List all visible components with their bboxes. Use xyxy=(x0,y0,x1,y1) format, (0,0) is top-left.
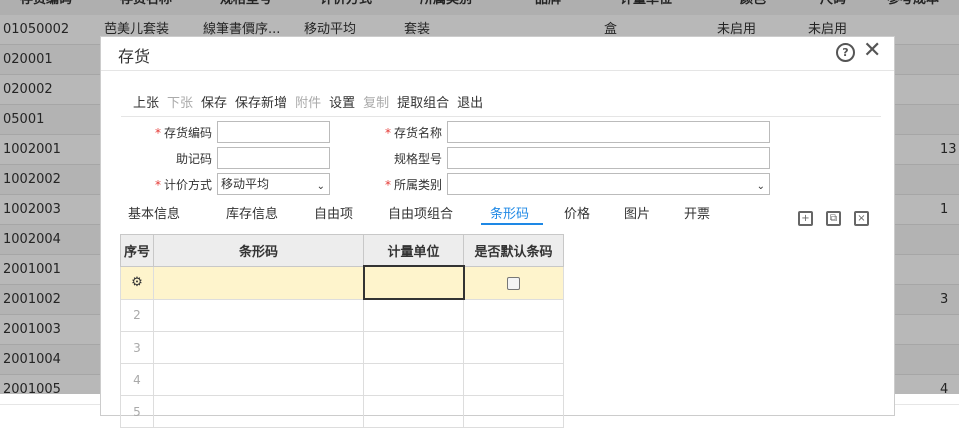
mnemonic-label: 助记码 xyxy=(175,152,212,166)
spec-input[interactable] xyxy=(447,147,770,169)
table-row[interactable]: 2 xyxy=(120,298,564,332)
table-row[interactable]: ⚙ xyxy=(120,265,564,300)
exit-button[interactable]: 退出 xyxy=(457,92,483,112)
copy-button[interactable]: 复制 xyxy=(363,92,389,112)
method-select[interactable]: 移动平均 ⌄ xyxy=(217,173,330,195)
unit-cell[interactable] xyxy=(363,331,464,364)
category-select[interactable]: ⌄ xyxy=(447,173,770,195)
attachment-button[interactable]: 附件 xyxy=(295,92,321,112)
chevron-down-icon: ⌄ xyxy=(316,181,325,192)
tab-invoice[interactable]: 开票 xyxy=(684,203,710,222)
unit-cell[interactable] xyxy=(363,363,464,396)
inventory-dialog: 存货 ? ✕ 上张 下张 保存 保存新增 附件 设置 复制 提取组合 退出 * 存… xyxy=(100,36,896,428)
prev-button[interactable]: 上张 xyxy=(133,92,159,112)
unit-cell[interactable] xyxy=(362,265,465,300)
col-header-barcode: 条形码 xyxy=(153,234,364,267)
spec-label: 规格型号 xyxy=(393,152,442,166)
row-index: 2 xyxy=(120,298,154,332)
table-row[interactable]: 3 xyxy=(120,331,564,364)
barcode-cell[interactable] xyxy=(153,298,364,332)
active-tab-indicator xyxy=(481,223,543,225)
code-label: * 存货编码 xyxy=(154,126,212,140)
barcode-cell[interactable] xyxy=(153,363,364,396)
default-cell[interactable] xyxy=(463,331,564,364)
table-row[interactable]: 4 xyxy=(120,363,564,396)
row-menu-icon[interactable]: ⚙ xyxy=(131,275,143,290)
category-label: * 所属类别 xyxy=(384,178,442,192)
tab-free-item-combo[interactable]: 自由项组合 xyxy=(388,203,453,222)
tab-basic-info[interactable]: 基本信息 xyxy=(128,203,180,222)
dialog-title: 存货 xyxy=(118,47,151,66)
barcode-table: 序号 条形码 计量单位 是否默认条码 ⚙ 2 3 4 5 xyxy=(120,234,564,428)
next-button[interactable]: 下张 xyxy=(167,92,193,112)
copy-row-icon[interactable]: ⧉ xyxy=(826,211,841,226)
col-header-default: 是否默认条码 xyxy=(463,234,564,267)
tab-image[interactable]: 图片 xyxy=(624,203,650,222)
tab-barcode[interactable]: 条形码 xyxy=(490,203,529,222)
name-input[interactable] xyxy=(447,121,770,143)
toolbar: 上张 下张 保存 保存新增 附件 设置 复制 提取组合 退出 xyxy=(133,92,491,112)
default-cell[interactable] xyxy=(463,395,564,428)
toolbar-divider xyxy=(121,116,881,117)
method-select-value: 移动平均 xyxy=(221,177,270,191)
close-icon[interactable]: ✕ xyxy=(863,38,881,63)
col-header-unit: 计量单位 xyxy=(363,234,464,267)
save-button[interactable]: 保存 xyxy=(201,92,227,112)
mnemonic-input[interactable] xyxy=(217,147,330,169)
table-row[interactable]: 5 xyxy=(120,395,564,428)
row-index: 3 xyxy=(120,331,154,364)
add-row-icon[interactable]: + xyxy=(798,211,813,226)
row-menu-cell[interactable]: ⚙ xyxy=(120,265,154,300)
unit-cell[interactable] xyxy=(363,298,464,332)
barcode-cell[interactable] xyxy=(153,331,364,364)
delete-row-icon[interactable]: × xyxy=(854,211,869,226)
default-cell[interactable] xyxy=(463,265,564,300)
method-label: * 计价方式 xyxy=(154,178,212,192)
tab-stock-info[interactable]: 库存信息 xyxy=(226,203,278,222)
code-input[interactable] xyxy=(217,121,330,143)
barcode-cell[interactable] xyxy=(153,265,364,300)
default-checkbox[interactable] xyxy=(507,276,521,290)
extract-combo-button[interactable]: 提取组合 xyxy=(397,92,449,112)
tab-price[interactable]: 价格 xyxy=(564,203,590,222)
default-cell[interactable] xyxy=(463,363,564,396)
row-index: 4 xyxy=(120,363,154,396)
barcode-table-header: 序号 条形码 计量单位 是否默认条码 xyxy=(120,234,564,267)
unit-cell[interactable] xyxy=(363,395,464,428)
settings-button[interactable]: 设置 xyxy=(329,92,355,112)
title-divider xyxy=(101,70,894,71)
tab-free-items[interactable]: 自由项 xyxy=(314,203,353,222)
row-index: 5 xyxy=(120,395,154,428)
chevron-down-icon: ⌄ xyxy=(756,181,765,192)
help-icon[interactable]: ? xyxy=(836,43,855,62)
tab-bar: 基本信息 库存信息 自由项 自由项组合 条形码 价格 图片 开票 xyxy=(101,203,896,225)
col-header-index: 序号 xyxy=(120,234,154,267)
default-cell[interactable] xyxy=(463,298,564,332)
barcode-cell[interactable] xyxy=(153,395,364,428)
save-new-button[interactable]: 保存新增 xyxy=(235,92,287,112)
name-label: * 存货名称 xyxy=(384,126,442,140)
